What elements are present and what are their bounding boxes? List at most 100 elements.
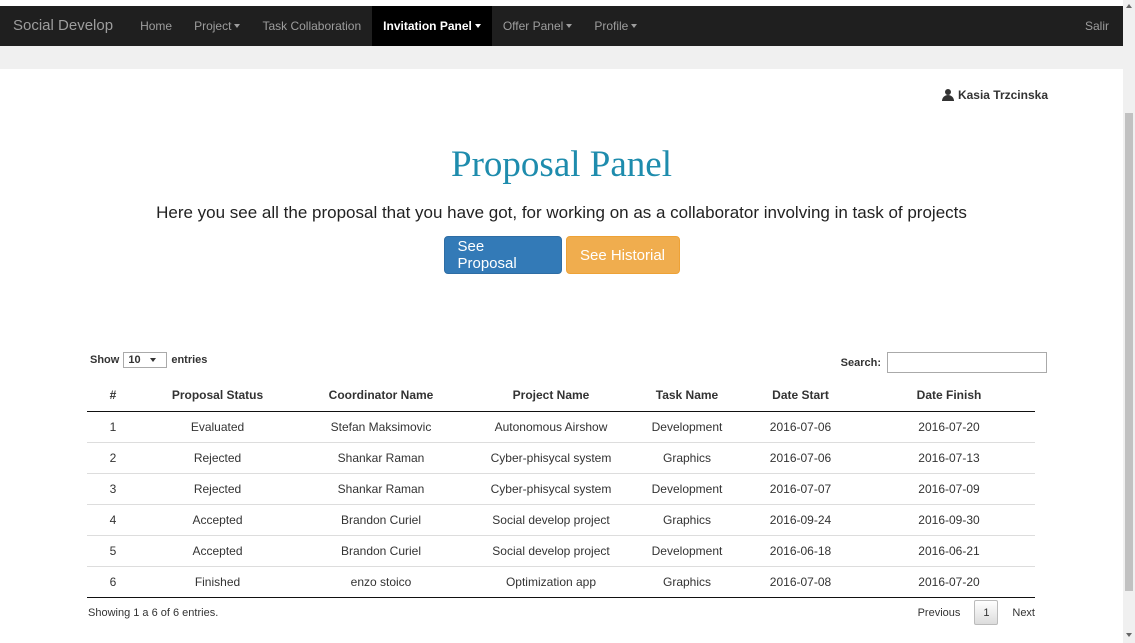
cell-date-finish: 2016-07-20	[918, 419, 980, 434]
cell-proposal-status: Accepted	[139, 503, 296, 535]
table-row[interactable]: 1 Evaluated Stefan Maksimovic Autonomous…	[87, 411, 1035, 442]
action-buttons: See Proposal See Historial	[0, 236, 1123, 274]
logout-link[interactable]: Salir	[1085, 6, 1123, 46]
page-title: Proposal Panel	[451, 144, 672, 185]
table-row[interactable]: 3 Rejected Shankar Raman Cyber-phisycal …	[87, 472, 1035, 504]
caret-down-icon	[149, 358, 156, 362]
cell-task-name: Development	[636, 472, 738, 504]
cell-task-name: Graphics	[636, 503, 738, 535]
nav-item-label: Profile	[594, 19, 629, 33]
search-label: Search:	[840, 356, 881, 369]
cell-date-finish: 2016-07-20	[863, 565, 1035, 598]
scroll-thumb[interactable]	[1125, 113, 1133, 591]
cell-task-name: Graphics	[636, 565, 738, 598]
cell-project-name: Cyber-phisycal system	[466, 441, 636, 473]
entries-length-control: Show 10 entries	[90, 352, 207, 368]
cell-proposal-status: Rejected	[139, 472, 296, 504]
cell-number: 2	[87, 441, 139, 473]
cell-project-name: Optimization app	[466, 565, 636, 598]
table-row[interactable]: 4 Accepted Brandon Curiel Social develop…	[87, 503, 1035, 535]
column-header-date-finish[interactable]: Date Finish	[863, 380, 1035, 412]
caret-down-icon	[474, 24, 481, 28]
nav-item-task-collaboration[interactable]: Task Collaboration	[251, 6, 372, 46]
cell-number: 5	[87, 534, 139, 566]
cell-number: 4	[87, 503, 139, 535]
cell-date-start: 2016-07-08	[738, 565, 863, 598]
caret-down-icon	[234, 24, 241, 28]
proposal-table: # Proposal Status Coordinator Name Proje…	[87, 380, 1035, 598]
scroll-down-arrow-icon[interactable]	[1126, 633, 1132, 637]
column-header-date-start[interactable]: Date Start	[738, 380, 863, 412]
cell-number: 3	[87, 472, 139, 504]
nav-item-label: Invitation Panel	[383, 19, 472, 33]
scroll-up-arrow-icon[interactable]	[1126, 4, 1132, 8]
nav-item-offer-panel[interactable]: Offer Panel	[492, 6, 583, 46]
nav-item-profile[interactable]: Profile	[583, 6, 648, 46]
cell-date-start: 2016-06-18	[738, 534, 863, 566]
user-name: Kasia Trzcinska	[957, 88, 1048, 102]
cell-coordinator-name: Shankar Raman	[296, 441, 466, 473]
caret-down-icon	[566, 24, 573, 28]
table-info: Showing 1 a 6 of 6 entries.	[88, 607, 219, 619]
cell-date-start: 2016-07-06	[738, 441, 863, 473]
column-header-proposal-status[interactable]: Proposal Status	[139, 380, 296, 412]
pagination: Previous 1 Next	[918, 600, 1035, 625]
nav-spacer	[648, 6, 1085, 46]
page-button-current[interactable]: 1	[974, 600, 999, 625]
nav-item-project[interactable]: Project	[183, 6, 251, 46]
cell-proposal-status: Accepted	[139, 534, 296, 566]
cell-task-name: Graphics	[636, 441, 738, 473]
cell-date-finish: 2016-07-09	[863, 472, 1035, 504]
caret-down-icon	[631, 24, 638, 28]
header-band	[0, 46, 1123, 69]
cell-date-start: 2016-09-24	[738, 503, 863, 535]
nav-item-label: Home	[140, 19, 173, 33]
cell-task-name: Development	[651, 419, 723, 434]
cell-project-name: Social develop project	[466, 534, 636, 566]
table-row[interactable]: 5 Accepted Brandon Curiel Social develop…	[87, 534, 1035, 566]
previous-page-button[interactable]: Previous	[918, 607, 961, 619]
vertical-scrollbar[interactable]	[1123, 0, 1135, 643]
show-label: Show	[90, 354, 120, 366]
nav-item-label: Project	[194, 19, 232, 33]
cell-date-finish: 2016-06-21	[863, 534, 1035, 566]
nav-item-home[interactable]: Home	[129, 6, 183, 46]
cell-proposal-status: Rejected	[139, 441, 296, 473]
column-header-task-name[interactable]: Task Name	[636, 380, 738, 412]
navbar-brand[interactable]: Social Develop	[0, 6, 129, 46]
entries-select-value: 10	[128, 354, 141, 366]
cell-coordinator-name: Shankar Raman	[296, 472, 466, 504]
column-header-coordinator-name[interactable]: Coordinator Name	[296, 380, 466, 412]
see-proposal-button[interactable]: See Proposal	[443, 236, 562, 274]
column-header-number[interactable]: #	[87, 380, 139, 412]
table-row[interactable]: 6 Finished enzo stoico Optimization app …	[87, 565, 1035, 598]
cell-coordinator-name: enzo stoico	[296, 565, 466, 598]
user-icon	[941, 89, 954, 101]
navbar: Social Develop Home Project Task Collabo…	[0, 6, 1123, 46]
cell-project-name: Cyber-phisycal system	[466, 472, 636, 504]
entries-label: entries	[171, 354, 208, 366]
cell-proposal-status: Evaluated	[190, 419, 245, 434]
table-search: Search:	[841, 352, 1047, 373]
cell-project-name: Social develop project	[466, 503, 636, 535]
cell-date-finish: 2016-07-13	[863, 441, 1035, 473]
next-page-button[interactable]: Next	[1012, 607, 1035, 619]
search-input[interactable]	[887, 352, 1047, 373]
page-subtitle: Here you see all the proposal that you h…	[156, 203, 967, 222]
nav-item-label: Task Collaboration	[262, 19, 362, 33]
entries-select[interactable]: 10	[123, 352, 168, 368]
cell-coordinator-name: Brandon Curiel	[296, 534, 466, 566]
table-row[interactable]: 2 Rejected Shankar Raman Cyber-phisycal …	[87, 441, 1035, 473]
cell-number: 6	[87, 565, 139, 598]
cell-proposal-status: Finished	[139, 565, 296, 598]
nav-item-label: Offer Panel	[502, 19, 564, 33]
cell-date-start: 2016-07-06	[769, 419, 832, 434]
table-header-row: # Proposal Status Coordinator Name Proje…	[87, 380, 1035, 412]
cell-coordinator-name: Brandon Curiel	[296, 503, 466, 535]
column-header-project-name[interactable]: Project Name	[466, 380, 636, 412]
cell-date-start: 2016-07-07	[738, 472, 863, 504]
see-historial-button[interactable]: See Historial	[565, 236, 680, 274]
cell-number: 1	[109, 419, 117, 434]
nav-item-invitation-panel[interactable]: Invitation Panel	[372, 6, 492, 46]
cell-project-name: Autonomous Airshow	[494, 419, 608, 434]
